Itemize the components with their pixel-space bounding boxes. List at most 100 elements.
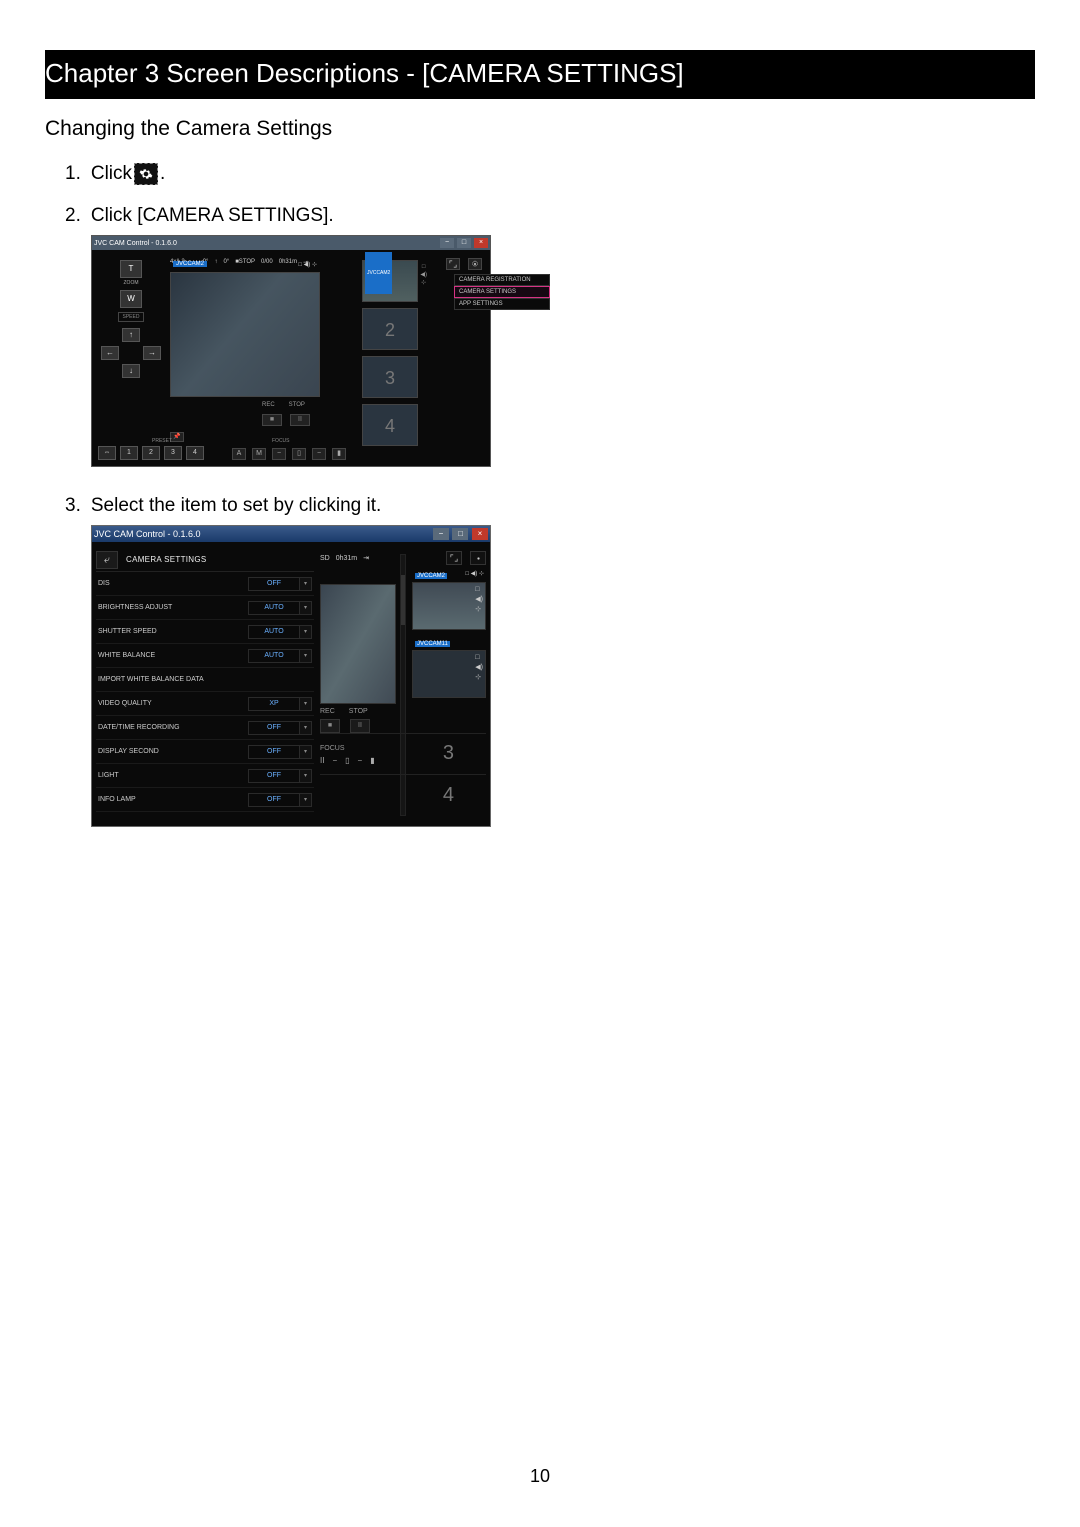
setting-row[interactable]: SHUTTER SPEEDAUTO▾ <box>96 620 314 644</box>
thumb-side-icons: □◀)⊹ <box>420 263 427 287</box>
menu-item-camera-registration[interactable]: CAMERA REGISTRATION <box>454 274 550 286</box>
minimize-button[interactable]: − <box>440 238 454 248</box>
maximize-button[interactable]: □ <box>457 238 471 248</box>
gear-button[interactable] <box>468 258 482 270</box>
gear-button[interactable] <box>470 551 486 565</box>
focus-button[interactable]: − <box>332 756 337 768</box>
minimize-button[interactable]: − <box>433 528 449 540</box>
preset-button[interactable]: 3 <box>164 446 182 460</box>
preview-overlay-icons: □ ◀) ⊹ <box>465 570 484 577</box>
chevron-down-icon[interactable]: ▾ <box>300 601 312 615</box>
rec-label: REC <box>262 402 275 408</box>
setting-dropdown[interactable]: OFF <box>248 577 300 591</box>
focus-button[interactable]: − <box>272 448 286 460</box>
zoom-label: ZOOM <box>96 280 166 286</box>
expand-icon[interactable] <box>446 258 460 270</box>
focus-button[interactable]: II <box>320 756 324 768</box>
rec-button[interactable]: ■ <box>262 414 282 426</box>
preset-row: ⇔ 1 2 3 4 <box>98 446 204 460</box>
setting-dropdown[interactable]: AUTO <box>248 625 300 639</box>
setting-row[interactable]: VIDEO QUALITY XP▾ <box>96 692 314 716</box>
setting-row[interactable]: BRIGHTNESS ADJUSTAUTO▾ <box>96 596 314 620</box>
setting-row[interactable]: IMPORT WHITE BALANCE DATA <box>96 668 314 692</box>
chevron-down-icon[interactable]: ▾ <box>300 649 312 663</box>
pause-button[interactable]: II <box>290 414 310 426</box>
setting-row[interactable]: DATE/TIME RECORDINGOFF▾ <box>96 716 314 740</box>
chevron-down-icon[interactable]: ▾ <box>300 577 312 591</box>
window-titlebar: JVC CAM Control - 0.1.6.0 − □ × <box>92 236 490 250</box>
camera-thumb[interactable]: 4 <box>362 404 418 446</box>
window-title: JVC CAM Control - 0.1.6.0 <box>94 529 201 539</box>
dpad-up-button[interactable]: ↑ <box>122 328 140 342</box>
setting-row[interactable]: INFO LAMPOFF▾ <box>96 788 314 812</box>
chevron-down-icon[interactable]: ▾ <box>300 769 312 783</box>
setting-dropdown[interactable]: OFF <box>248 793 300 807</box>
step-3-text: Select the item to set by clicking it. <box>91 495 381 517</box>
focus-button[interactable]: ▯ <box>292 448 306 460</box>
setting-row[interactable]: DISPLAY SECOND OFF▾ <box>96 740 314 764</box>
focus-button[interactable]: − <box>312 448 326 460</box>
setting-label: WHITE BALANCE <box>98 652 155 659</box>
camera-thumb[interactable]: JVCCAM2 □◀)⊹ <box>412 582 486 630</box>
focus-label: FOCUS <box>272 438 290 444</box>
setting-dropdown[interactable]: AUTO <box>248 601 300 615</box>
focus-button[interactable]: M <box>252 448 266 460</box>
setting-label: DISPLAY SECOND <box>98 748 159 755</box>
preset-button[interactable]: 1 <box>120 446 138 460</box>
camera-thumb[interactable]: JVCCAM11 □◀)⊹ <box>412 650 486 698</box>
chevron-down-icon[interactable]: ▾ <box>300 697 312 711</box>
pause-button[interactable]: II <box>350 719 370 733</box>
thumb-side-icons: □◀)⊹ <box>475 653 483 683</box>
preset-button[interactable]: 2 <box>142 446 160 460</box>
zoom-pan-controls: T ZOOM W SPEED ↑ ← → ↓ <box>96 260 166 388</box>
panel-title: CAMERA SETTINGS <box>126 555 207 564</box>
camera-thumb[interactable]: 2 <box>362 308 418 350</box>
focus-button[interactable]: A <box>232 448 246 460</box>
rec-button[interactable]: ■ <box>320 719 340 733</box>
step-1-number: 1. <box>65 163 81 185</box>
sd-badge: SD <box>320 555 330 562</box>
setting-row[interactable]: DISOFF▾ <box>96 572 314 596</box>
gear-icon <box>134 163 158 185</box>
close-button[interactable]: × <box>472 528 488 540</box>
dpad-right-button[interactable]: → <box>143 346 161 360</box>
pan-tilt-dpad: ↑ ← → ↓ <box>101 328 161 388</box>
back-button[interactable]: ⤶ <box>96 551 118 569</box>
camera-thumb[interactable]: JVCCAM2 □◀)⊹ <box>362 260 418 302</box>
zoom-wide-button[interactable]: W <box>120 290 142 308</box>
pin-icon[interactable]: 📌 <box>170 432 184 442</box>
setting-dropdown[interactable]: OFF <box>248 721 300 735</box>
chapter-title: Chapter 3 Screen Descriptions - [CAMERA … <box>45 58 684 88</box>
setting-label: VIDEO QUALITY <box>98 700 152 707</box>
setting-row[interactable]: LIGHTOFF▾ <box>96 764 314 788</box>
focus-button[interactable]: ▮ <box>332 448 346 460</box>
setting-dropdown[interactable]: AUTO <box>248 649 300 663</box>
menu-item-app-settings[interactable]: APP SETTINGS <box>454 298 550 310</box>
settings-dropdown-menu: CAMERA REGISTRATION CAMERA SETTINGS APP … <box>454 274 550 310</box>
setting-row[interactable]: WHITE BALANCE AUTO▾ <box>96 644 314 668</box>
focus-button[interactable]: ▯ <box>345 756 349 768</box>
chevron-down-icon[interactable]: ▾ <box>300 625 312 639</box>
dpad-left-button[interactable]: ← <box>101 346 119 360</box>
close-button[interactable]: × <box>474 238 488 248</box>
setting-dropdown[interactable]: XP <box>248 697 300 711</box>
rec-label: REC <box>320 708 335 715</box>
chevron-down-icon[interactable]: ▾ <box>300 793 312 807</box>
setting-dropdown[interactable]: OFF <box>248 769 300 783</box>
preset-button[interactable]: ⇔ <box>98 446 116 460</box>
preset-button[interactable]: 4 <box>186 446 204 460</box>
camera-thumb[interactable]: 3 <box>362 356 418 398</box>
chevron-down-icon[interactable]: ▾ <box>300 721 312 735</box>
menu-item-camera-settings[interactable]: CAMERA SETTINGS <box>454 286 550 298</box>
focus-button[interactable]: − <box>358 756 363 768</box>
preset-label: PRESET <box>152 438 172 444</box>
setting-dropdown[interactable]: OFF <box>248 745 300 759</box>
window-title: JVC CAM Control - 0.1.6.0 <box>94 240 177 247</box>
chevron-down-icon[interactable]: ▾ <box>300 745 312 759</box>
zoom-tele-button[interactable]: T <box>120 260 142 278</box>
expand-icon[interactable] <box>446 551 462 565</box>
dpad-down-button[interactable]: ↓ <box>122 364 140 378</box>
maximize-button[interactable]: □ <box>452 528 468 540</box>
camera-slot-4[interactable]: 4 <box>320 774 486 816</box>
focus-button[interactable]: ▮ <box>370 756 374 768</box>
